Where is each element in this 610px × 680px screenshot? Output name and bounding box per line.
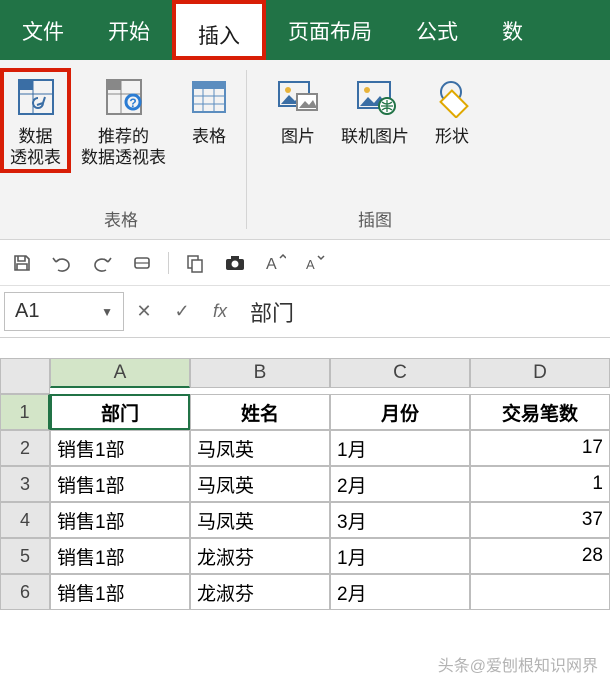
- pivot-table-label: 数据透视表: [10, 126, 61, 169]
- ribbon-tabs: 文件 开始 插入 页面布局 公式 数: [0, 0, 610, 60]
- cell-D6[interactable]: [470, 574, 610, 610]
- name-box-value: A1: [15, 300, 39, 323]
- svg-text:A: A: [306, 257, 315, 272]
- svg-text:A: A: [266, 256, 277, 273]
- cell-B4[interactable]: 马凤英: [190, 502, 330, 538]
- tab-insert[interactable]: 插入: [172, 0, 266, 60]
- table-row: 4 销售1部 马凤英 3月 37: [0, 502, 610, 538]
- online-picture-icon: [352, 74, 398, 120]
- table-row: 3 销售1部 马凤英 2月 1: [0, 466, 610, 502]
- shapes-button[interactable]: 形状: [419, 68, 485, 147]
- table-row: 2 销售1部 马凤英 1月 17: [0, 430, 610, 466]
- shapes-label: 形状: [435, 126, 469, 147]
- svg-text:?: ?: [129, 96, 136, 110]
- cell-C4[interactable]: 3月: [330, 502, 470, 538]
- cell-A1[interactable]: 部门: [50, 394, 190, 430]
- tab-formulas[interactable]: 公式: [394, 0, 480, 60]
- cell-C3[interactable]: 2月: [330, 466, 470, 502]
- pivot-table-icon: [13, 74, 59, 120]
- qat-camera[interactable]: [221, 249, 249, 277]
- pivot-table-button[interactable]: 数据透视表: [0, 68, 71, 173]
- cell-B2[interactable]: 马凤英: [190, 430, 330, 466]
- cell-D2[interactable]: 17: [470, 430, 610, 466]
- confirm-icon[interactable]: ✓: [170, 301, 194, 322]
- cell-A6[interactable]: 销售1部: [50, 574, 190, 610]
- picture-button[interactable]: 图片: [265, 68, 331, 147]
- cell-C2[interactable]: 1月: [330, 430, 470, 466]
- formula-bar-input[interactable]: 部门: [240, 286, 610, 337]
- group-illustrations-label: 插图: [358, 204, 392, 235]
- row-header-3[interactable]: 3: [0, 466, 50, 502]
- cell-C5[interactable]: 1月: [330, 538, 470, 574]
- picture-label: 图片: [281, 126, 315, 147]
- shapes-icon: [429, 74, 475, 120]
- cell-B5[interactable]: 龙淑芬: [190, 538, 330, 574]
- picture-icon: [275, 74, 321, 120]
- col-header-A[interactable]: A: [50, 358, 190, 388]
- table-row: 6 销售1部 龙淑芬 2月: [0, 574, 610, 610]
- spreadsheet-grid: A B C D 1 部门 姓名 月份 交易笔数 2 销售1部 马凤英 1月 17…: [0, 358, 610, 610]
- group-tables-label: 表格: [104, 204, 138, 235]
- cell-A4[interactable]: 销售1部: [50, 502, 190, 538]
- row-header-6[interactable]: 6: [0, 574, 50, 610]
- qat-separator: [168, 252, 169, 274]
- quick-access-toolbar: A A: [0, 240, 610, 286]
- table-label: 表格: [192, 126, 226, 147]
- tab-data[interactable]: 数: [480, 0, 528, 60]
- group-illustrations: 图片 联机图片: [265, 60, 485, 239]
- formula-bar-row: A1 ▼ ✕ ✓ fx 部门: [0, 286, 610, 338]
- cell-A3[interactable]: 销售1部: [50, 466, 190, 502]
- cell-C1[interactable]: 月份: [330, 394, 470, 430]
- cell-A2[interactable]: 销售1部: [50, 430, 190, 466]
- table-row: 5 销售1部 龙淑芬 1月 28: [0, 538, 610, 574]
- cell-A5[interactable]: 销售1部: [50, 538, 190, 574]
- watermark: 头条@爱刨根知识网界: [438, 652, 598, 676]
- cell-D5[interactable]: 28: [470, 538, 610, 574]
- tab-file[interactable]: 文件: [0, 0, 86, 60]
- qat-font-increase[interactable]: A: [261, 249, 289, 277]
- online-picture-label: 联机图片: [341, 126, 409, 147]
- formula-bar-buttons: ✕ ✓ fx: [124, 286, 240, 337]
- table-button[interactable]: 表格: [176, 68, 242, 147]
- column-header-row: A B C D: [0, 358, 610, 394]
- cell-D4[interactable]: 37: [470, 502, 610, 538]
- col-header-C[interactable]: C: [330, 358, 470, 388]
- qat-font-decrease[interactable]: A: [301, 249, 329, 277]
- fx-button[interactable]: fx: [208, 301, 232, 322]
- col-header-B[interactable]: B: [190, 358, 330, 388]
- recommended-pivot-label: 推荐的数据透视表: [81, 126, 166, 169]
- recommended-pivot-icon: ?: [101, 74, 147, 120]
- select-all-corner[interactable]: [0, 358, 50, 394]
- group-tables: 数据透视表 ? 推荐的数据透视表: [0, 60, 242, 239]
- ribbon-body: 数据透视表 ? 推荐的数据透视表: [0, 60, 610, 240]
- tab-page-layout[interactable]: 页面布局: [266, 0, 394, 60]
- tab-home[interactable]: 开始: [86, 0, 172, 60]
- cell-C6[interactable]: 2月: [330, 574, 470, 610]
- name-box-dropdown-icon[interactable]: ▼: [101, 305, 113, 319]
- qat-copy[interactable]: [181, 249, 209, 277]
- row-header-2[interactable]: 2: [0, 430, 50, 466]
- qat-undo[interactable]: [48, 249, 76, 277]
- recommended-pivot-button[interactable]: ? 推荐的数据透视表: [71, 68, 176, 169]
- cell-B3[interactable]: 马凤英: [190, 466, 330, 502]
- row-header-4[interactable]: 4: [0, 502, 50, 538]
- table-row: 1 部门 姓名 月份 交易笔数: [0, 394, 610, 430]
- row-header-1[interactable]: 1: [0, 394, 50, 430]
- qat-touch-mode[interactable]: [128, 249, 156, 277]
- cell-B1[interactable]: 姓名: [190, 394, 330, 430]
- col-header-D[interactable]: D: [470, 358, 610, 388]
- table-icon: [186, 74, 232, 120]
- cell-B6[interactable]: 龙淑芬: [190, 574, 330, 610]
- qat-save[interactable]: [8, 249, 36, 277]
- name-box[interactable]: A1 ▼: [4, 292, 124, 331]
- cell-D3[interactable]: 1: [470, 466, 610, 502]
- row-header-5[interactable]: 5: [0, 538, 50, 574]
- qat-redo[interactable]: [88, 249, 116, 277]
- cancel-icon[interactable]: ✕: [132, 301, 156, 322]
- cell-D1[interactable]: 交易笔数: [470, 394, 610, 430]
- online-picture-button[interactable]: 联机图片: [331, 68, 419, 147]
- formula-bar-value: 部门: [250, 296, 294, 328]
- group-separator: [246, 70, 247, 229]
